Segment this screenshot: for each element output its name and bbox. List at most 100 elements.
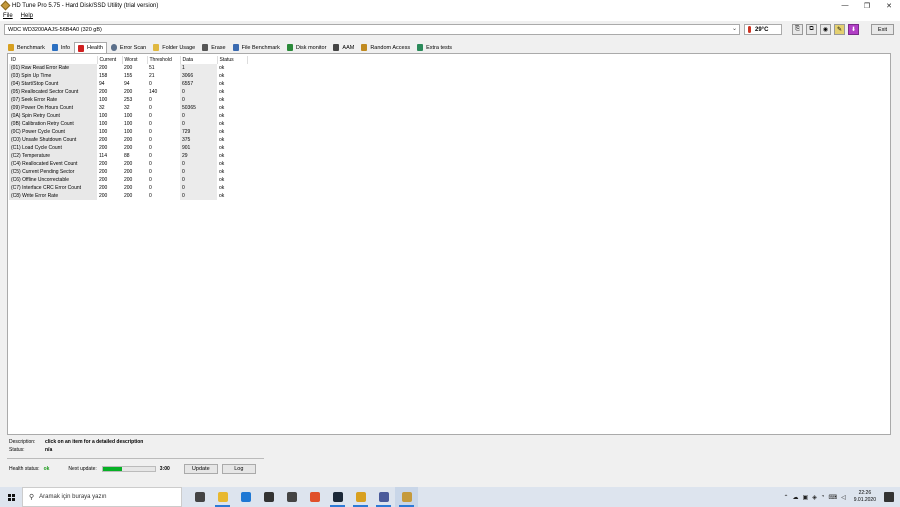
cloud-icon[interactable]: ☁ [793, 494, 799, 501]
table-row[interactable]: (0B) Calibration Retry Count 100 100 0 0 ok [9, 120, 247, 128]
taskbar-search[interactable]: ⚲ Aramak için buraya yazın [22, 487, 182, 507]
copy-info-icon[interactable]: ⧉ [806, 24, 817, 35]
taskbar: ⚲ Aramak için buraya yazın ⌃ ☁ ▣ ◈ ◔ ⌨ ◁… [0, 487, 900, 507]
tab-file-benchmark[interactable]: File Benchmark [230, 42, 283, 53]
description-label: Description: [9, 439, 36, 445]
taskbar-app[interactable] [303, 487, 326, 507]
table-row[interactable]: (0C) Power Cycle Count 100 100 0 729 ok [9, 128, 247, 136]
mail-icon [286, 492, 297, 502]
current-value: 100 [99, 113, 108, 119]
table-row[interactable]: (0A) Spin Retry Count 100 100 0 0 ok [9, 112, 247, 120]
menu-file[interactable]: File [3, 13, 13, 19]
taskbar-app[interactable] [349, 487, 372, 507]
thermometer-icon [748, 26, 751, 33]
tab-info[interactable]: Info [49, 42, 73, 53]
tab-error-scan[interactable]: Error Scan [108, 42, 149, 53]
maximize-button[interactable]: ❐ [856, 0, 878, 11]
table-row[interactable]: (C6) Offline Uncorrectable 200 200 0 0 ok [9, 176, 247, 184]
column-header-worst[interactable]: Worst [122, 56, 148, 64]
attribute-id: (C5) Current Pending Sector [9, 168, 97, 176]
drive-select[interactable]: WDC WD3200AAJS-56B4A0 (320 gB) ⌄ [4, 24, 740, 35]
status-label: Status: [9, 447, 25, 453]
next-update-time: 3:00 [159, 465, 170, 472]
menu-help[interactable]: Help [21, 13, 33, 19]
taskbar-app[interactable] [234, 487, 257, 507]
data-value: 1 [180, 64, 217, 72]
current-value: 100 [99, 97, 108, 103]
tab-label: File Benchmark [241, 44, 280, 51]
copy-text-icon[interactable]: ⎘ [792, 24, 803, 35]
network-icon[interactable]: ▣ [803, 494, 809, 501]
taskbar-app[interactable] [188, 487, 211, 507]
clock-date: 9.01.2020 [853, 497, 876, 503]
table-row[interactable]: (07) Seek Error Rate 100 253 0 0 ok [9, 96, 247, 104]
current-value: 100 [99, 121, 108, 127]
taskbar-apps [188, 487, 418, 507]
table-row[interactable]: (C1) Load Cycle Count 200 200 0 901 ok [9, 144, 247, 152]
table-row[interactable]: (C7) Interface CRC Error Count 200 200 0 0 ok [9, 184, 247, 192]
file-benchmark-icon [232, 44, 239, 51]
status-value: ok [219, 137, 225, 143]
threshold-value: 0 [149, 153, 152, 159]
tab-label: Info [60, 44, 71, 51]
table-row[interactable]: (05) Reallocated Sector Count 200 200 140 0 o… [9, 88, 247, 96]
volume-icon[interactable]: ◁ [841, 494, 846, 501]
column-header-id[interactable]: ID [9, 56, 98, 64]
shield-icon[interactable]: ◈ [812, 494, 817, 501]
current-value: 100 [99, 129, 108, 135]
wifi-icon[interactable]: ◔ [821, 494, 825, 500]
status-value: ok [219, 89, 225, 95]
tab-random-access[interactable]: Random Access [358, 42, 413, 53]
table-row[interactable]: (C4) Reallocated Event Count 200 200 0 0 ok [9, 160, 247, 168]
tab-label: Health [87, 45, 103, 51]
taskbar-app[interactable] [395, 487, 418, 507]
taskbar-app[interactable] [257, 487, 280, 507]
tab-extra-tests[interactable]: Extra tests [414, 42, 455, 53]
table-row[interactable]: (C8) Write Error Rate 200 200 0 0 ok [9, 192, 247, 200]
clock[interactable]: 22:26 9.01.2020 [854, 490, 876, 504]
attribute-id: (0B) Calibration Retry Count [9, 120, 97, 128]
taskbar-app[interactable] [280, 487, 303, 507]
taskbar-app[interactable] [372, 487, 395, 507]
minimize-button[interactable]: — [834, 0, 856, 11]
taskbar-app[interactable] [326, 487, 349, 507]
current-value: 158 [99, 73, 108, 79]
table-row[interactable]: (C0) Unsafe Shutdown Count 200 200 0 375 ok [9, 136, 247, 144]
tab-disk-monitor[interactable]: Disk monitor [284, 42, 330, 53]
close-button[interactable]: ✕ [878, 0, 900, 11]
tab-benchmark[interactable]: Benchmark [5, 42, 48, 53]
table-row[interactable]: (03) Spin Up Time 158 155 21 3066 ok [9, 72, 247, 80]
taskbar-app[interactable] [211, 487, 234, 507]
update-button[interactable]: Update [183, 463, 218, 474]
attribute-id: (C6) Offline Uncorrectable [9, 176, 97, 184]
table-header-row: ID Current Worst Threshold Data Status [9, 56, 248, 64]
attribute-id: (07) Seek Error Rate [9, 96, 97, 104]
tab-erase[interactable]: Erase [199, 42, 228, 53]
column-header-data[interactable]: Data [180, 56, 218, 64]
tab-folder-usage[interactable]: Folder Usage [150, 42, 198, 53]
column-header-current[interactable]: Current [97, 56, 123, 64]
options-icon[interactable]: ✎ [834, 24, 845, 35]
log-button[interactable]: Log [221, 463, 256, 474]
table-row[interactable]: (04) Start/Stop Count 94 94 0 6557 ok [9, 80, 247, 88]
column-header-threshold[interactable]: Threshold [147, 56, 181, 64]
table-row[interactable]: (C2) Temperature 114 88 0 29 ok [9, 152, 247, 160]
notification-icon[interactable] [884, 492, 894, 502]
temperature-display: 29°C [744, 24, 782, 35]
exit-button[interactable]: Exit [871, 24, 894, 35]
status-value: ok [219, 145, 225, 151]
worst-value: 200 [124, 145, 133, 151]
ime-icon[interactable]: ⌨ [828, 494, 837, 501]
screenshot-icon[interactable]: ◉ [820, 24, 831, 35]
chevron-up-icon[interactable]: ⌃ [784, 494, 789, 501]
table-row[interactable]: (09) Power On Hours Count 32 32 0 50365 ok [9, 104, 247, 112]
title-bar: HD Tune Pro 5.75 - Hard Disk/SSD Utility… [0, 0, 900, 11]
table-row[interactable]: (C5) Current Pending Sector 200 200 0 0 ok [9, 168, 247, 176]
download-icon[interactable]: ⬇ [848, 24, 859, 35]
start-button[interactable] [0, 487, 22, 507]
steam-icon [332, 492, 343, 502]
table-row[interactable]: (01) Raw Read Error Rate 200 200 51 1 ok [9, 64, 247, 72]
tab-health[interactable]: Health [74, 42, 107, 53]
column-header-status[interactable]: Status [217, 56, 248, 64]
tab-aam[interactable]: AAM [330, 42, 357, 53]
